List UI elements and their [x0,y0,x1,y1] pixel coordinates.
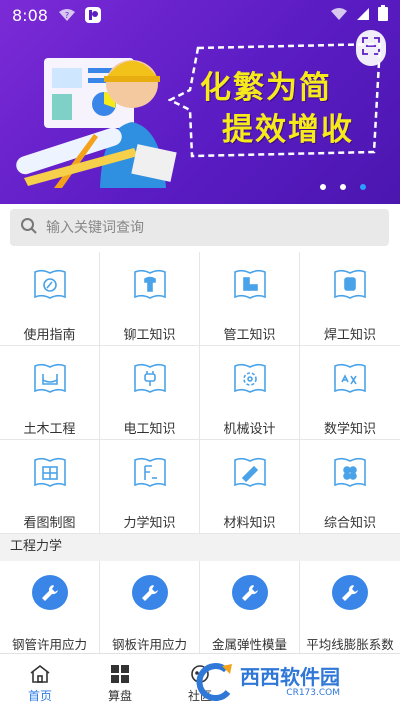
tool-label: 平均线膨胀系数 [306,637,394,652]
carousel-indicator [320,184,366,190]
watermark-sub: CR173.COM [286,687,340,698]
category-label: 材料知识 [223,516,276,531]
category-label: 使用指南 [23,328,76,343]
carousel-dot[interactable] [320,184,326,190]
app-notification-icon [84,6,102,24]
category-material[interactable]: 材料知识 [200,440,300,534]
compass-book-icon [33,269,66,299]
category-mechanical[interactable]: 机械设计 [200,346,300,440]
tool-steel-plate-stress[interactable]: 钢板许用应力 [100,561,200,653]
nav-label: 首页 [27,689,52,703]
wrench-icon [31,575,68,610]
category-label: 铆工知识 [123,328,176,343]
tool-grid: 钢管许用应力 钢板许用应力 金属弹性模量 平均线膨胀系数 [0,561,400,653]
watermark-text-group: 西西软件园 CR173.COM [236,667,340,698]
gear-book-icon [233,363,266,393]
category-general[interactable]: 综合知识 [300,440,400,534]
category-usage-guide[interactable]: 使用指南 [0,252,100,346]
tool-label: 金属弹性模量 [211,637,287,652]
category-label: 综合知识 [323,516,376,531]
weld-book-icon [334,269,366,299]
status-time: 8:08 [12,5,48,25]
nav-abacus[interactable]: 算盘 [80,654,160,710]
home-icon [30,664,50,683]
carousel-dot[interactable] [340,184,346,190]
general-book-icon [334,457,366,487]
wifi-icon [330,6,348,25]
rivet-book-icon [133,269,166,299]
app-screen: 8:08 ? 化繁为简 提效增收 输入关键词查询 使用指南 铆工知识 管工知识 … [0,0,400,710]
force-book-icon [133,457,166,487]
wrench-icon [332,575,368,610]
section-title: 工程力学 [0,535,400,561]
category-label: 机械设计 [223,422,276,437]
category-grid: 使用指南 铆工知识 管工知识 焊工知识 土木工程 电工知识 机械设计 数学知识 [0,252,400,534]
tool-label: 钢板许用应力 [111,637,187,652]
category-electric[interactable]: 电工知识 [100,346,200,440]
category-label: 电工知识 [123,422,176,437]
drawing-book-icon [33,457,66,487]
tool-elastic-modulus[interactable]: 金属弹性模量 [200,561,300,653]
category-civil[interactable]: 土木工程 [0,346,100,440]
wrench-icon [231,575,268,610]
wrench-icon [131,575,168,610]
watermark-logo-icon [196,663,232,702]
category-weld[interactable]: 焊工知识 [300,252,400,346]
search-bar-container [0,204,400,252]
watermark: 西西软件园 CR173.COM [192,660,392,704]
math-book-icon [334,363,366,393]
banner-slogan-line2: 提效增收 [222,112,354,148]
wifi-question-icon: ? [58,8,76,22]
battery-icon [378,5,388,25]
category-label: 管工知识 [223,328,276,343]
status-right [330,5,388,25]
category-label: 看图制图 [23,516,76,531]
engineer-illustration [16,58,177,188]
svg-text:?: ? [65,11,69,20]
nav-label: 算盘 [107,689,132,703]
civil-book-icon [33,363,66,393]
search-icon [20,217,38,239]
search-input[interactable] [46,219,366,236]
tool-steel-pipe-stress[interactable]: 钢管许用应力 [0,561,100,653]
grid-icon [111,665,129,683]
tool-label: 钢管许用应力 [11,637,87,652]
category-label: 数学知识 [323,422,376,437]
search-box[interactable] [10,209,389,246]
category-pipe[interactable]: 管工知识 [200,252,300,346]
plug-book-icon [133,363,166,393]
category-math[interactable]: 数学知识 [300,346,400,440]
promo-banner[interactable]: 8:08 ? 化繁为简 提效增收 [0,0,400,204]
watermark-text: 西西软件园 [240,664,340,689]
material-book-icon [233,457,266,487]
signal-icon [356,6,370,25]
category-rivet[interactable]: 铆工知识 [100,252,200,346]
nav-home[interactable]: 首页 [0,654,80,710]
category-drawing[interactable]: 看图制图 [0,440,100,534]
pipe-book-icon [233,269,266,299]
tool-thermal-expansion[interactable]: 平均线膨胀系数 [300,561,400,653]
category-label: 土木工程 [23,422,76,437]
banner-slogan-line1: 化繁为简 [200,70,332,106]
carousel-dot-active[interactable] [360,184,366,190]
category-label: 焊工知识 [323,328,376,343]
category-mechanics[interactable]: 力学知识 [100,440,200,534]
status-bar: 8:08 ? [0,0,400,30]
category-label: 力学知识 [123,516,176,531]
